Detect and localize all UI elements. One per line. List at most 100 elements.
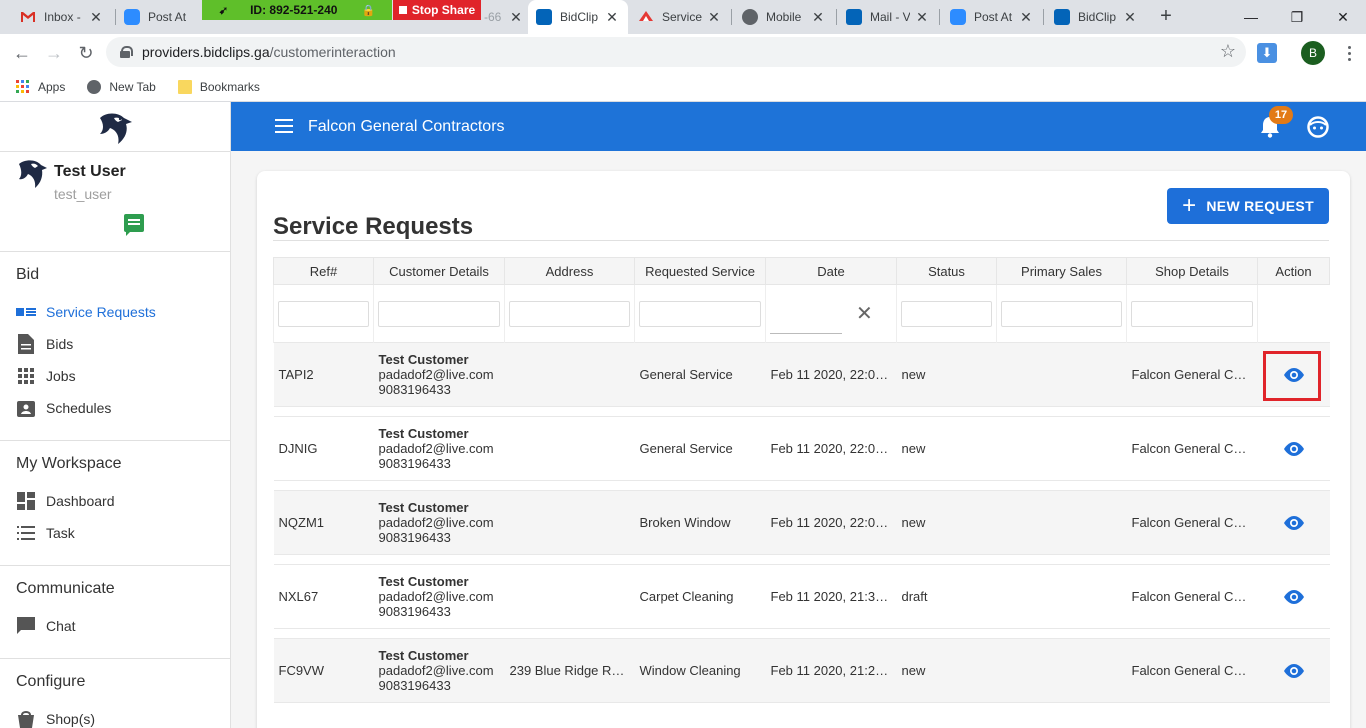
primary-sales-filter-input[interactable] — [1001, 300, 1122, 327]
sidebar-item-schedules[interactable]: Schedules — [16, 396, 111, 420]
sidebar-item-shops[interactable]: Shop(s) — [16, 707, 95, 728]
shop-cell: Falcon General Contra — [1126, 490, 1258, 555]
new-request-button[interactable]: + NEW REQUEST — [1167, 188, 1329, 224]
table-row[interactable]: FC9VW Test Customer padadof2@live.com 90… — [273, 638, 1330, 703]
close-icon[interactable]: ✕ — [1018, 9, 1034, 26]
reload-icon[interactable]: ↻ — [73, 40, 99, 66]
chat-icon — [16, 616, 36, 636]
window-close-icon[interactable]: ✕ — [1320, 0, 1366, 34]
service-requests-card: Service Requests + NEW REQUEST Ref# Cust… — [257, 171, 1350, 728]
close-icon[interactable]: ✕ — [508, 9, 524, 26]
browser-tab-active[interactable]: BidClip ✕ — [528, 0, 628, 34]
shop-filter-input[interactable] — [1131, 300, 1253, 327]
view-eye-icon[interactable] — [1283, 663, 1305, 679]
browser-menu-icon[interactable] — [1339, 40, 1359, 66]
section-title-configure: Configure — [16, 673, 86, 690]
bookmark-folder[interactable]: Bookmarks — [177, 79, 260, 94]
view-eye-icon[interactable] — [1283, 515, 1305, 531]
address-bar[interactable]: providers.bidclips.ga/customerinteractio… — [106, 37, 1246, 67]
stop-share-button[interactable]: Stop Share — [393, 0, 481, 20]
gmail-icon — [20, 9, 36, 25]
browser-tab-partial[interactable]: -66 ✕ — [482, 0, 526, 34]
browser-tab[interactable]: Mobile ✕ — [734, 0, 834, 34]
view-eye-icon[interactable] — [1283, 441, 1305, 457]
user-avatar[interactable] — [16, 158, 48, 190]
status-cell: draft — [896, 564, 997, 629]
table-row[interactable]: TAPI2 Test Customer padadof2@live.com 90… — [273, 342, 1330, 407]
profile-avatar[interactable]: B — [1301, 41, 1325, 65]
user-name: Test User — [54, 163, 126, 180]
download-extension-icon[interactable]: ⬇ — [1257, 43, 1277, 63]
column-header-address[interactable]: Address — [504, 257, 635, 285]
bookmark-apps[interactable]: Apps — [16, 79, 65, 94]
close-icon[interactable]: ✕ — [88, 9, 104, 26]
status-cell: new — [896, 490, 997, 555]
column-header-primary-sales[interactable]: Primary Sales — [996, 257, 1127, 285]
section-title-my-workspace: My Workspace — [16, 455, 122, 472]
zoom-icon — [124, 9, 140, 25]
browser-tab[interactable]: BidClip ✕ — [1046, 0, 1146, 34]
forward-arrow-icon[interactable]: → — [41, 40, 67, 66]
customer-cell: Test Customer padadof2@live.com 90831964… — [373, 638, 505, 703]
action-cell — [1257, 416, 1330, 481]
sidebar-item-task[interactable]: Task — [16, 521, 75, 545]
sidebar-item-chat[interactable]: Chat — [16, 614, 76, 638]
customer-filter-input[interactable] — [378, 300, 500, 327]
date-cell: Feb 11 2020, 22:09… — [765, 342, 897, 407]
message-icon[interactable] — [124, 214, 144, 236]
view-eye-icon[interactable] — [1283, 589, 1305, 605]
column-header-status[interactable]: Status — [896, 257, 997, 285]
date-filter[interactable]: ✕ — [770, 294, 892, 334]
address-cell — [504, 416, 635, 481]
service-filter-input[interactable] — [639, 300, 761, 327]
status-filter-input[interactable] — [901, 300, 992, 327]
column-header-shop-details[interactable]: Shop Details — [1126, 257, 1258, 285]
table-row[interactable]: NQZM1 Test Customer padadof2@live.com 90… — [273, 490, 1330, 555]
back-arrow-icon[interactable]: ← — [9, 40, 35, 66]
ref-cell: FC9VW — [273, 638, 374, 703]
column-header-action: Action — [1257, 257, 1330, 285]
bookmark-star-icon[interactable]: ☆ — [1220, 41, 1236, 62]
column-header-date[interactable]: Date — [765, 257, 897, 285]
bookmark-new-tab[interactable]: New Tab — [87, 79, 156, 94]
browser-tab[interactable]: Post At ✕ — [942, 0, 1042, 34]
browser-tab[interactable]: Mail - V ✕ — [838, 0, 938, 34]
new-tab-plus-icon[interactable]: + — [1154, 5, 1178, 29]
hamburger-menu-icon[interactable] — [275, 119, 293, 133]
minimize-icon[interactable]: — — [1228, 0, 1274, 34]
customer-cell: Test Customer padadof2@live.com 90831964… — [373, 342, 505, 407]
secure-lock-icon — [120, 46, 133, 58]
close-icon[interactable]: ✕ — [914, 9, 930, 26]
sidebar-item-dashboard[interactable]: Dashboard — [16, 489, 115, 513]
table-row[interactable]: NXL67 Test Customer padadof2@live.com 90… — [273, 564, 1330, 629]
browser-toolbar: ← → ↻ providers.bidclips.ga/customerinte… — [0, 34, 1366, 72]
column-header-customer-details[interactable]: Customer Details — [373, 257, 505, 285]
sidebar-item-bids[interactable]: Bids — [16, 332, 73, 356]
bookmarks-bar: Apps New Tab Bookmarks — [0, 72, 1366, 102]
globe-icon — [742, 9, 758, 25]
clear-date-icon[interactable]: ✕ — [856, 304, 873, 324]
close-icon[interactable]: ✕ — [1122, 9, 1138, 26]
close-icon[interactable]: ✕ — [604, 9, 620, 26]
lock-icon: 🔒 — [361, 4, 376, 17]
close-icon[interactable]: ✕ — [706, 9, 722, 26]
address-filter-input[interactable] — [509, 300, 630, 327]
browser-tab[interactable]: Post At — [116, 0, 202, 34]
browser-tab[interactable]: Inbox - ✕ — [12, 0, 112, 34]
company-name: Falcon General Contractors — [308, 118, 505, 135]
column-header-ref[interactable]: Ref# — [273, 257, 374, 285]
column-header-requested-service[interactable]: Requested Service — [634, 257, 766, 285]
close-icon[interactable]: ✕ — [810, 9, 826, 26]
calendar-icon — [16, 398, 36, 418]
account-face-icon[interactable] — [1307, 116, 1329, 138]
ref-filter-input[interactable] — [278, 300, 369, 327]
restore-icon[interactable]: ❐ — [1274, 0, 1320, 34]
date-cell: Feb 11 2020, 21:22… — [765, 638, 897, 703]
shop-cell: Falcon General Contra — [1126, 342, 1258, 407]
browser-tab[interactable]: Service ✕ — [630, 0, 730, 34]
sidebar-item-service-requests[interactable]: Service Requests — [16, 300, 156, 324]
sidebar-item-jobs[interactable]: Jobs — [16, 364, 76, 388]
stop-icon — [398, 6, 407, 14]
ref-cell: NQZM1 — [273, 490, 374, 555]
table-row[interactable]: DJNIG Test Customer padadof2@live.com 90… — [273, 416, 1330, 481]
